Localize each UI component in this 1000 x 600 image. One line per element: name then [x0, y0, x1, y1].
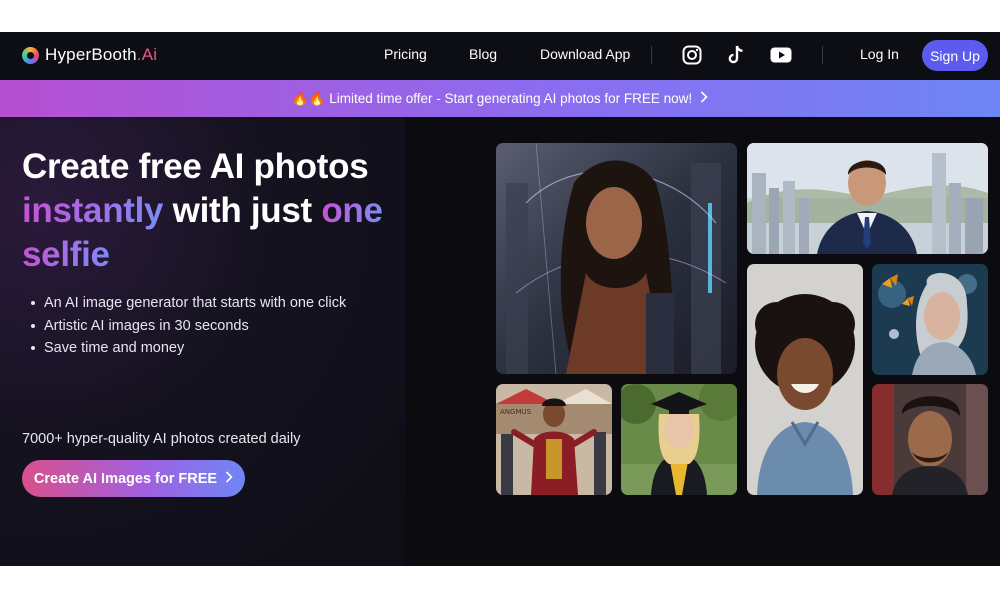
youtube-icon[interactable]: [770, 44, 792, 66]
tiktok-icon[interactable]: [725, 44, 747, 66]
cta-label: Create AI Images for FREE: [33, 470, 218, 487]
gallery-image-painted-man: [872, 384, 988, 495]
brand-logo-icon: [22, 46, 39, 64]
hero-headline: Create free AI photos instantly with jus…: [22, 145, 402, 277]
signup-button[interactable]: Sign Up: [922, 40, 988, 71]
daily-stat: 7000+ hyper-quality AI photos created da…: [22, 431, 301, 447]
gallery-image-curly-hair-woman: [747, 264, 863, 495]
app-frame: HyperBooth.Ai Pricing Blog Download App …: [0, 32, 1000, 566]
feature-item: Artistic AI images in 30 seconds: [30, 315, 346, 338]
create-images-button[interactable]: Create AI Images for FREE: [22, 460, 245, 497]
gallery-image-ringmaster: ANGMUS: [496, 384, 612, 495]
nav-divider: [822, 46, 823, 64]
headline-highlight-one: one: [321, 191, 383, 230]
gallery-image-cyberpunk-woman: [496, 143, 737, 374]
brand-logo[interactable]: HyperBooth.Ai: [22, 45, 157, 65]
headline-highlight-selfie: selfie: [22, 235, 110, 274]
chevron-right-icon: [700, 91, 708, 106]
brand-suffix: .Ai: [136, 45, 158, 64]
chevron-right-icon: [225, 470, 233, 487]
gallery-image-businessman: [747, 143, 988, 254]
nav-link-blog[interactable]: Blog: [469, 46, 497, 62]
headline-line-2: with just: [163, 191, 322, 230]
brand-name: HyperBooth: [45, 45, 137, 64]
promo-banner[interactable]: 🔥🔥 Limited time offer - Start generating…: [0, 80, 1000, 117]
instagram-icon[interactable]: [681, 44, 703, 66]
fire-emoji: 🔥🔥: [291, 90, 326, 106]
feature-list: An AI image generator that starts with o…: [30, 292, 346, 360]
headline-line-1: Create free AI photos: [22, 147, 369, 186]
gallery-image-graduate: [621, 384, 737, 495]
gallery-image-butterfly-woman: [872, 264, 988, 375]
promo-banner-text: Limited time offer - Start generating AI…: [329, 90, 693, 106]
headline-highlight-instantly: instantly: [22, 191, 164, 230]
feature-item: Save time and money: [30, 337, 346, 360]
hero-section: Create free AI photos instantly with jus…: [0, 117, 405, 566]
top-nav: HyperBooth.Ai Pricing Blog Download App …: [0, 32, 1000, 80]
nav-divider: [651, 46, 652, 64]
nav-link-pricing[interactable]: Pricing: [384, 46, 427, 62]
svg-text:ANGMUS: ANGMUS: [500, 408, 532, 416]
feature-item: An AI image generator that starts with o…: [30, 292, 346, 315]
nav-link-download-app[interactable]: Download App: [540, 46, 630, 62]
login-link[interactable]: Log In: [860, 46, 899, 62]
